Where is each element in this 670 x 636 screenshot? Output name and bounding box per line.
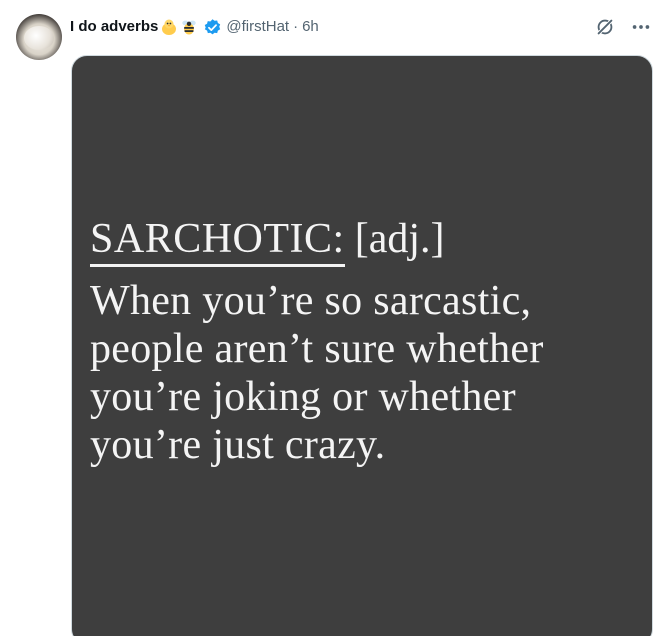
display-name[interactable]: I do adverbs [70, 17, 158, 37]
tweet: I do adverbs @firstHat · 6h SARCHOTIC: [… [0, 0, 670, 636]
definition-line: When you’re so sarcastic, [90, 278, 532, 324]
chick-emoji-icon [160, 18, 178, 36]
bee-emoji-icon [180, 18, 198, 36]
definition-line: you’re just crazy. [90, 422, 386, 468]
avatar-image [24, 26, 54, 50]
media-text-block: SARCHOTIC: [adj.] When you’re so sarcasti… [90, 216, 642, 469]
definition-line: you’re joking or whether [90, 374, 516, 420]
tweet-actions [594, 16, 652, 38]
tweet-media-image[interactable]: SARCHOTIC: [adj.] When you’re so sarcasti… [71, 55, 653, 636]
separator-dot: · [293, 18, 299, 35]
grok-icon[interactable] [594, 16, 616, 38]
user-handle[interactable]: @firstHat [226, 17, 289, 37]
verified-badge-icon [203, 18, 222, 37]
term-line: SARCHOTIC: [adj.] [90, 216, 642, 267]
term-word: SARCHOTIC: [90, 216, 345, 267]
part-of-speech: [adj.] [354, 216, 445, 262]
definition-line: people aren’t sure whether [90, 326, 544, 372]
avatar[interactable] [16, 14, 62, 60]
definition-text: When you’re so sarcastic, people aren’t … [90, 277, 642, 469]
more-options-icon[interactable] [630, 16, 652, 38]
timestamp[interactable]: 6h [302, 17, 319, 37]
tweet-header: I do adverbs @firstHat · 6h [70, 16, 319, 38]
